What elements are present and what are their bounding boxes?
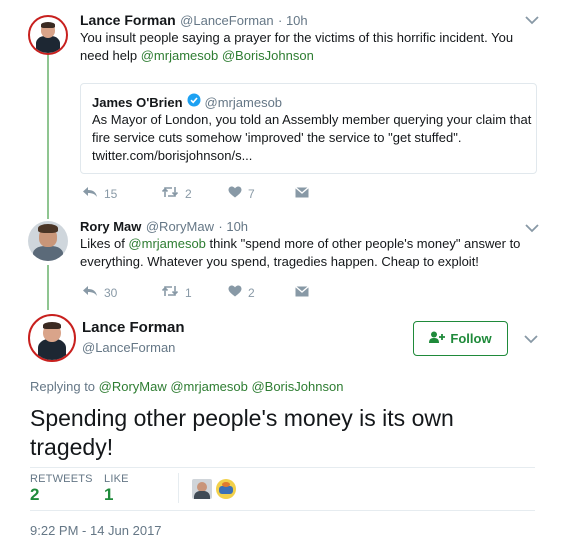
tweet-timestamp[interactable]: 9:22 PM - 14 Jun 2017: [30, 523, 162, 538]
retweet-icon: [161, 285, 185, 300]
liker-avatar[interactable]: [192, 479, 212, 499]
chevron-down-icon[interactable]: [524, 334, 538, 344]
retweet-icon: [161, 186, 185, 201]
author-handle[interactable]: @LanceForman: [82, 340, 175, 355]
chevron-down-icon[interactable]: [525, 223, 539, 233]
author-name[interactable]: Rory Maw: [80, 219, 141, 234]
follow-button[interactable]: Follow: [413, 321, 508, 356]
avatar[interactable]: [28, 15, 68, 55]
avatar[interactable]: [28, 314, 76, 362]
quoted-tweet[interactable]: James O'Brien @mrjamesob As Mayor of Lon…: [80, 83, 537, 174]
add-user-icon: [429, 331, 450, 346]
like-button[interactable]: 2: [228, 285, 273, 300]
author-handle[interactable]: @RoryMaw: [146, 219, 214, 234]
reply-button[interactable]: 30: [82, 285, 127, 300]
quoted-link: twitter.com/borisjohnson/s...: [92, 148, 253, 163]
author-name[interactable]: Lance Forman: [82, 319, 185, 336]
verified-icon: [187, 93, 201, 112]
reply-icon: [82, 285, 104, 300]
quoted-text-line: As Mayor of London, you told an Assembly…: [92, 112, 532, 127]
tweet-time[interactable]: · 10h: [218, 219, 248, 234]
reply-icon: [82, 186, 104, 201]
retweet-button[interactable]: 1: [161, 285, 206, 300]
divider: [30, 510, 535, 511]
tweet-text: Spending other people's money is its own…: [30, 405, 454, 460]
tweet-text: Likes of @mrjamesob think "spend more of…: [80, 236, 521, 269]
reply-button[interactable]: 15: [82, 186, 127, 201]
author-handle[interactable]: @LanceForman: [180, 13, 273, 28]
mention-link[interactable]: @RoryMaw @mrjamesob @BorisJohnson: [99, 379, 344, 394]
quoted-text-line: fire service cuts somehow 'improved' the…: [92, 130, 462, 145]
tweet-text: You insult people saying a prayer for th…: [80, 30, 514, 63]
liker-avatar[interactable]: [216, 479, 236, 499]
replying-to: Replying to @RoryMaw @mrjamesob @BorisJo…: [30, 379, 344, 394]
envelope-icon: [295, 186, 315, 201]
message-button[interactable]: [295, 285, 315, 300]
message-button[interactable]: [295, 186, 315, 201]
stat-separator: [178, 473, 179, 503]
retweets-stat[interactable]: RETWEETS 2: [30, 473, 93, 505]
envelope-icon: [295, 285, 315, 300]
chevron-down-icon[interactable]: [525, 15, 539, 25]
thread-line: [47, 54, 49, 219]
heart-icon: [228, 186, 248, 201]
heart-icon: [228, 285, 248, 300]
mention-link[interactable]: @mrjamesob: [128, 236, 206, 251]
mention-link[interactable]: @BorisJohnson: [222, 48, 314, 63]
quoted-author-name: James O'Brien: [92, 95, 183, 110]
retweet-button[interactable]: 2: [161, 186, 206, 201]
like-button[interactable]: 7: [228, 186, 273, 201]
thread-line: [47, 265, 49, 310]
likes-stat[interactable]: LIKE 1: [104, 473, 129, 505]
divider: [30, 467, 535, 468]
avatar[interactable]: [28, 221, 68, 261]
quoted-author-handle: @mrjamesob: [204, 95, 283, 110]
tweet-time[interactable]: · 10h: [278, 13, 308, 28]
author-name[interactable]: Lance Forman: [80, 12, 176, 28]
mention-link[interactable]: @mrjamesob: [141, 48, 219, 63]
